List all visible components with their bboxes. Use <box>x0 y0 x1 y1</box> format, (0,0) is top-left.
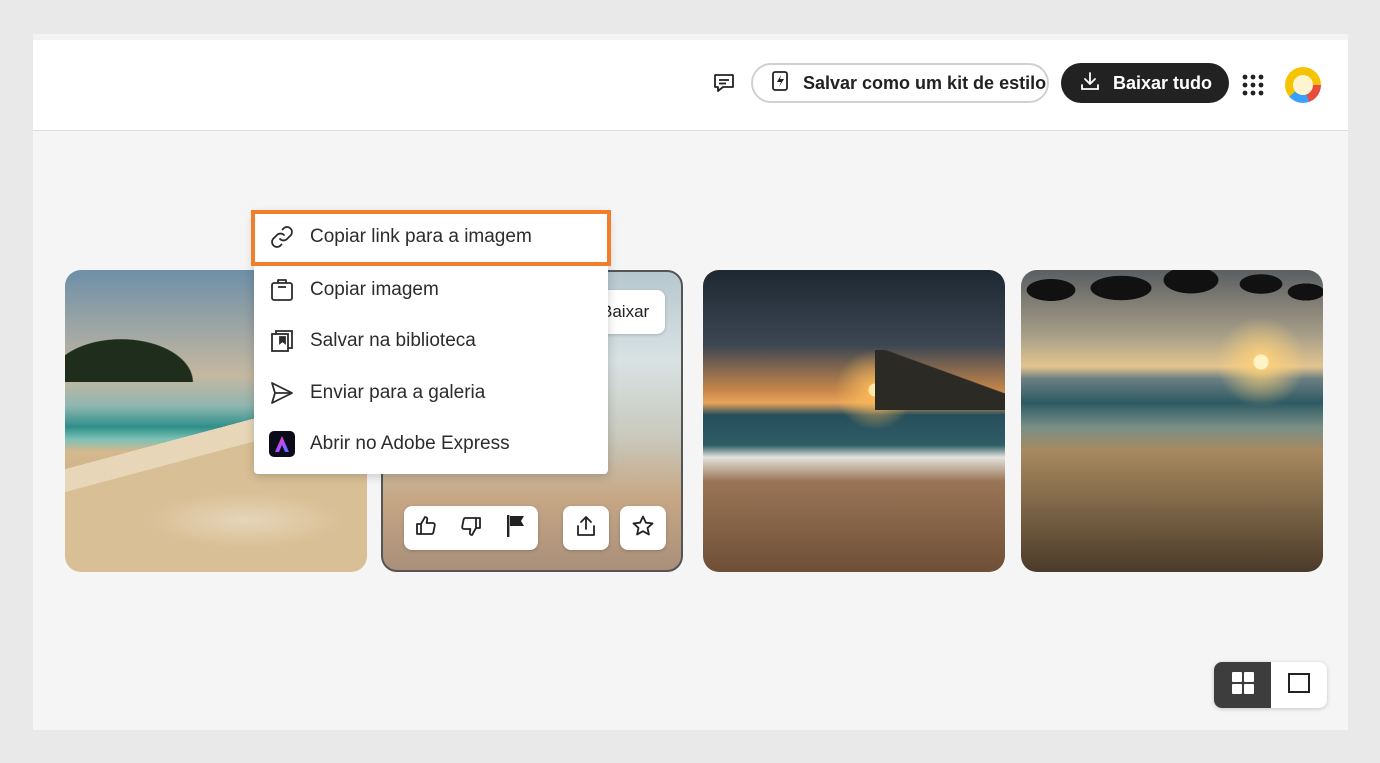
download-image-label: Baixar <box>601 302 650 321</box>
favorite-button[interactable] <box>620 506 666 550</box>
menu-item-send-gallery[interactable]: Enviar para a galeria <box>254 368 608 418</box>
menu-item-save-library[interactable]: Salvar na biblioteca <box>254 316 608 366</box>
image-3-hill <box>875 350 1005 410</box>
flag-icon[interactable] <box>503 512 528 544</box>
context-menu: Copiar link para a imagem Copiar imagem <box>254 212 608 474</box>
header-bar: Salvar como um kit de estilo Baixar tudo <box>33 40 1348 131</box>
download-all-label: Baixar tudo <box>1113 72 1213 93</box>
image-4-leaves <box>1021 270 1323 330</box>
adobe-express-icon <box>268 430 296 458</box>
avatar[interactable] <box>1285 67 1321 103</box>
apps-button[interactable] <box>1236 70 1270 104</box>
adobe-express-logo <box>269 431 295 457</box>
menu-item-label: Enviar para a galeria <box>310 382 486 403</box>
save-style-kit-label: Salvar como um kit de estilo <box>803 72 1047 93</box>
menu-item-copy-image[interactable]: Copiar imagem <box>254 265 608 315</box>
menu-item-label: Salvar na biblioteca <box>310 330 476 351</box>
generated-image-4[interactable] <box>1021 270 1323 572</box>
thumbs-down-icon[interactable] <box>459 514 483 543</box>
feedback-button[interactable] <box>709 70 739 100</box>
menu-item-label: Copiar link para a imagem <box>310 226 532 247</box>
comment-icon <box>712 71 736 100</box>
thumbs-up-icon[interactable] <box>414 514 438 543</box>
send-icon <box>268 379 296 407</box>
download-all-button[interactable]: Baixar tudo <box>1061 63 1229 103</box>
avatar-image <box>1293 75 1313 95</box>
app-window: Salvar como um kit de estilo Baixar tudo <box>33 34 1348 730</box>
single-view-button[interactable] <box>1271 662 1327 708</box>
grid-view-icon <box>1231 671 1255 700</box>
link-icon <box>268 223 296 251</box>
copy-icon <box>268 276 296 304</box>
share-icon <box>574 514 598 543</box>
view-toggle <box>1214 662 1327 708</box>
share-button[interactable] <box>563 506 609 550</box>
app-grid-icon <box>1241 73 1265 102</box>
star-icon <box>631 514 655 543</box>
grid-view-button[interactable] <box>1214 662 1271 708</box>
library-icon <box>268 327 296 355</box>
generated-image-3[interactable] <box>703 270 1005 572</box>
image-1-hill <box>65 332 205 382</box>
lightning-icon <box>771 70 791 97</box>
menu-item-label: Abrir no Adobe Express <box>310 433 510 454</box>
menu-item-copy-link[interactable]: Copiar link para a imagem <box>254 212 608 262</box>
rating-group <box>404 506 538 550</box>
single-view-icon <box>1287 671 1311 700</box>
menu-item-open-express[interactable]: Abrir no Adobe Express <box>254 419 608 469</box>
download-icon <box>1079 70 1101 97</box>
menu-item-label: Copiar imagem <box>310 279 439 300</box>
save-style-kit-button[interactable]: Salvar como um kit de estilo <box>751 63 1049 103</box>
